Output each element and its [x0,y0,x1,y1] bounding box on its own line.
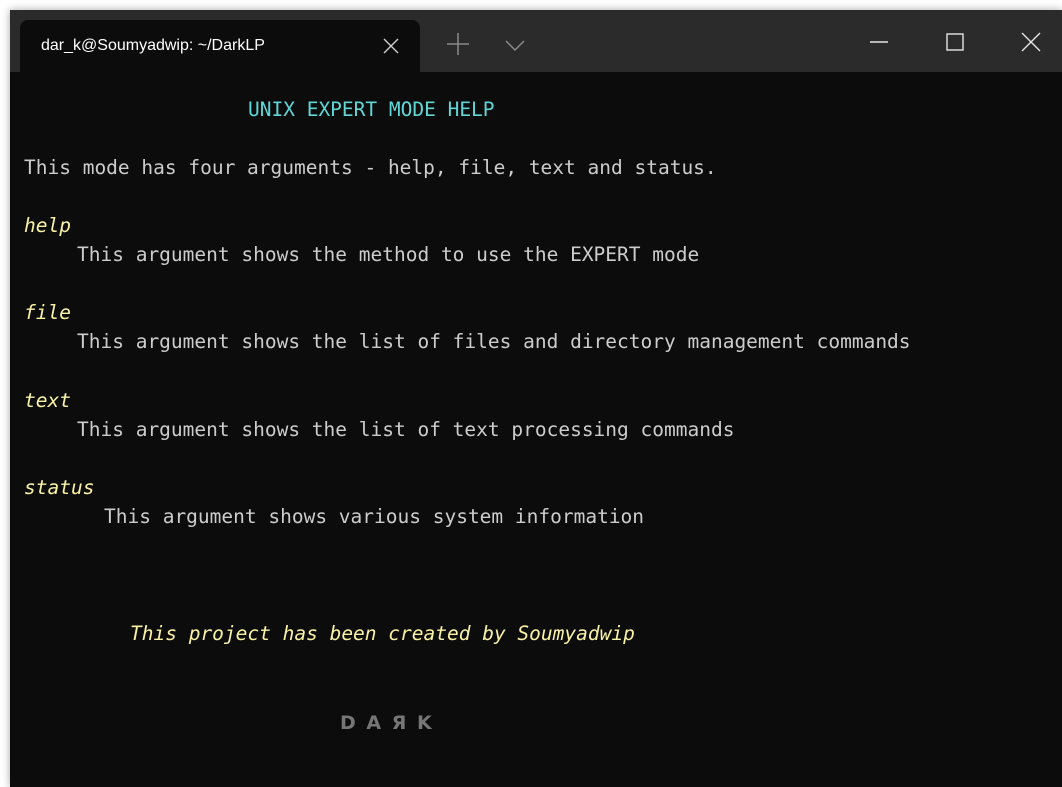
intro-text: This mode has four arguments - help, fil… [24,156,717,179]
arg-desc-text: This argument shows the list of text pro… [77,418,735,441]
title-bar[interactable]: dar_k@Soumyadwip: ~/DarkLP [10,10,1062,72]
maximize-icon [946,33,964,51]
credit-text: This project has been created by Soumyad… [130,622,635,645]
terminal-window: dar_k@Soumyadwip: ~/DarkLP UNIX EXPERT M… [10,10,1062,787]
dark-signature: D A Я K [340,712,434,734]
tab-title: dar_k@Soumyadwip: ~/DarkLP [41,37,265,54]
close-icon[interactable] [380,35,402,57]
terminal-output[interactable]: UNIX EXPERT MODE HELP This mode has four… [24,72,1062,787]
arg-desc-status: This argument shows various system infor… [104,505,645,528]
close-icon [1021,32,1041,52]
arg-name-file: file [24,301,71,324]
minimize-icon [870,41,888,43]
close-button[interactable] [1001,18,1061,66]
tab-active[interactable]: dar_k@Soumyadwip: ~/DarkLP [20,20,420,72]
arg-name-status: status [24,476,95,499]
help-heading: UNIX EXPERT MODE HELP [248,98,495,121]
arg-desc-file: This argument shows the list of files an… [77,330,911,353]
minimize-button[interactable] [849,18,909,66]
chevron-down-icon[interactable] [502,32,528,58]
arg-desc-help: This argument shows the method to use th… [77,243,700,266]
plus-icon[interactable] [444,30,472,58]
arg-name-text: text [24,389,71,412]
arg-name-help: help [24,214,71,237]
maximize-button[interactable] [925,18,985,66]
